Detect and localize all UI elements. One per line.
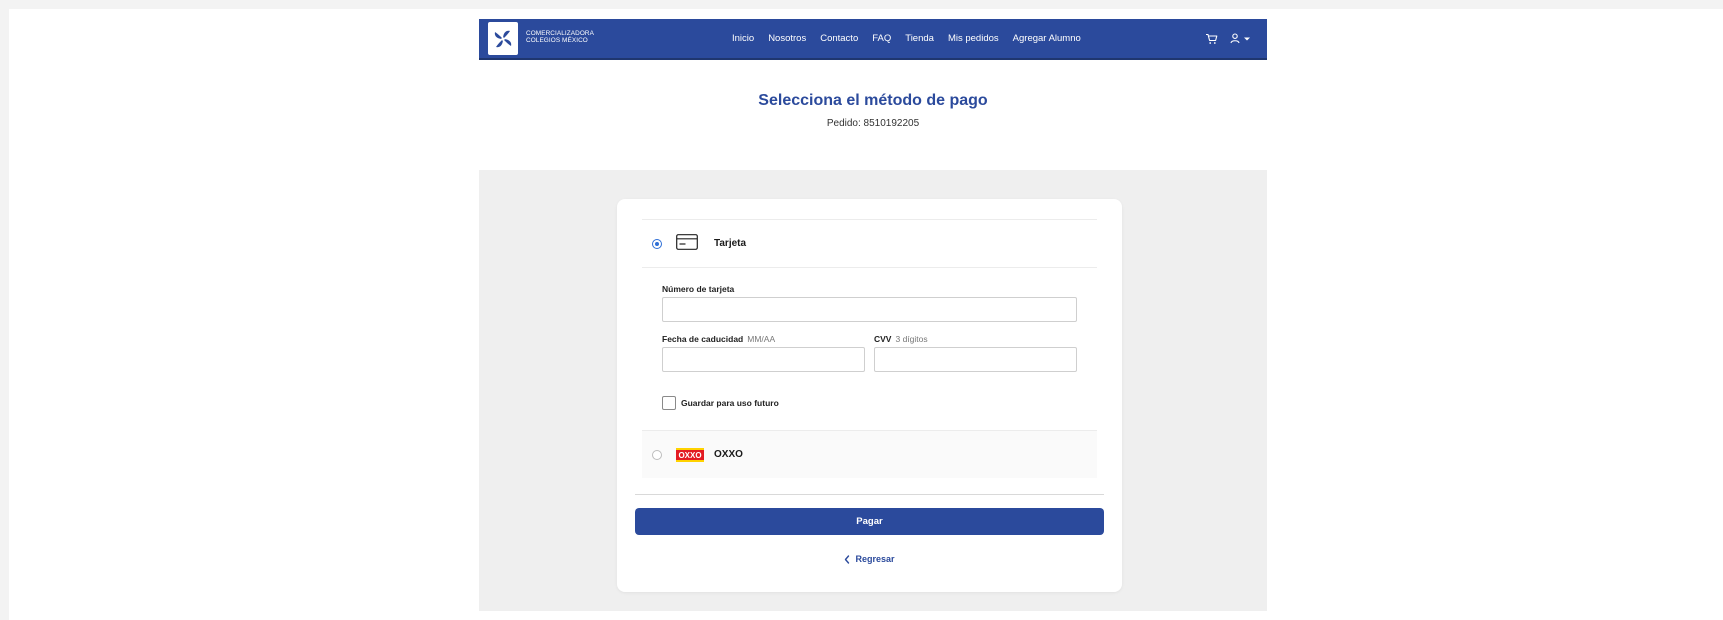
method-oxxo[interactable]: OXXO OXXO	[642, 430, 1097, 478]
payment-card: Tarjeta Número de tarjeta Fecha de caduc…	[617, 199, 1122, 592]
method-label-oxxo: OXXO	[714, 449, 743, 460]
brand-logo[interactable]	[488, 22, 518, 55]
cvv-input[interactable]	[874, 347, 1077, 372]
pinwheel-logo-icon	[494, 30, 512, 47]
order-number: Pedido: 8510192205	[826, 118, 920, 129]
radio-tarjeta[interactable]	[652, 238, 662, 249]
method-label-tarjeta: Tarjeta	[714, 238, 747, 249]
brand-name-line2: COLEGIOS MÉXICO	[526, 37, 588, 45]
page-title: Selecciona el método de pago	[758, 92, 988, 109]
nav-link-faq[interactable]: FAQ	[872, 33, 891, 44]
user-icon	[1230, 33, 1240, 44]
site-page: COMERCIALIZADORA COLEGIOS MÉXICO Inicio …	[479, 19, 1267, 619]
cvv-label: CVV 3 dígitos	[874, 334, 928, 344]
caret-down-icon	[1244, 37, 1250, 40]
cart-icon[interactable]	[1205, 33, 1218, 45]
save-card-label: Guardar para uso futuro	[681, 398, 779, 408]
cvv-hint: 3 dígitos	[895, 334, 928, 344]
main-nav: Inicio Nosotros Contacto FAQ Tienda Mis …	[732, 19, 1095, 58]
nav-link-inicio[interactable]: Inicio	[732, 33, 754, 44]
user-menu[interactable]	[1230, 33, 1251, 44]
svg-text:OXXO: OXXO	[678, 451, 701, 460]
browser-viewport: COMERCIALIZADORA COLEGIOS MÉXICO Inicio …	[9, 9, 1723, 620]
brand-name: COMERCIALIZADORA COLEGIOS MÉXICO	[526, 30, 594, 45]
card-number-input[interactable]	[662, 297, 1077, 322]
payment-methods: Tarjeta Número de tarjeta Fecha de caduc…	[642, 219, 1097, 478]
expiry-label: Fecha de caducidad MM/AA	[662, 334, 775, 344]
card-number-label-text: Número de tarjeta	[662, 284, 735, 294]
back-link-label: Regresar	[855, 554, 895, 564]
payment-section: Tarjeta Número de tarjeta Fecha de caduc…	[479, 170, 1267, 611]
cvv-label-text: CVV	[874, 334, 892, 344]
chevron-left-icon	[844, 554, 850, 564]
pay-button[interactable]: Pagar	[635, 508, 1104, 535]
radio-oxxo[interactable]	[652, 449, 662, 460]
oxxo-logo: OXXO	[676, 448, 704, 467]
card-divider	[635, 494, 1104, 495]
nav-actions	[1205, 19, 1251, 58]
top-navbar: COMERCIALIZADORA COLEGIOS MÉXICO Inicio …	[479, 19, 1267, 60]
nav-link-contacto[interactable]: Contacto	[820, 33, 858, 44]
nav-link-agregar-alumno[interactable]: Agregar Alumno	[1013, 33, 1081, 44]
method-tarjeta[interactable]: Tarjeta	[642, 220, 1097, 268]
expiry-hint: MM/AA	[747, 334, 776, 344]
nav-link-tienda[interactable]: Tienda	[905, 33, 934, 44]
expiry-label-text: Fecha de caducidad	[662, 334, 744, 344]
save-card-checkbox[interactable]	[662, 396, 676, 410]
expiry-input[interactable]	[662, 347, 865, 372]
nav-link-nosotros[interactable]: Nosotros	[768, 33, 806, 44]
back-link[interactable]: Regresar	[617, 554, 1122, 564]
card-number-label: Número de tarjeta	[662, 284, 734, 294]
credit-card-icon	[676, 234, 698, 255]
nav-link-mis-pedidos[interactable]: Mis pedidos	[948, 33, 999, 44]
